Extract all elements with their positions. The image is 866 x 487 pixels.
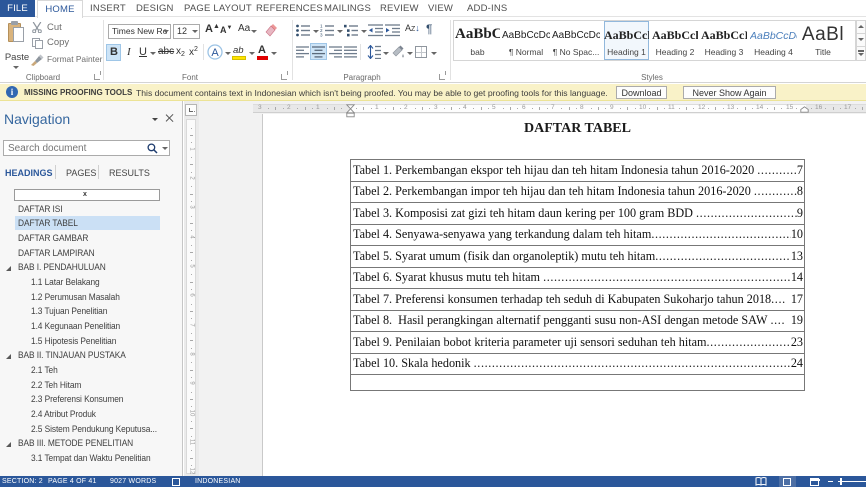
svg-text:3: 3: [320, 33, 323, 37]
svg-text:A: A: [211, 47, 219, 59]
